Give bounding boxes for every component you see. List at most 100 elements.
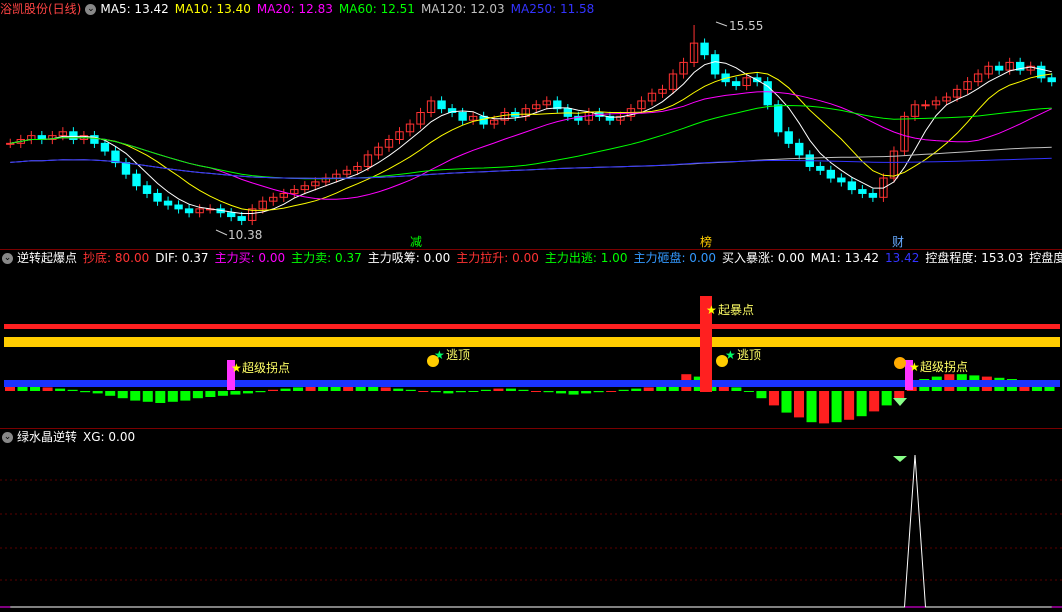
candle-body [100,142,110,152]
indicator-bar [593,391,604,393]
candle-body [784,131,793,144]
candle-body [163,200,173,206]
indicator-bar [92,391,103,394]
indicator-bar [217,391,228,396]
candle-body [868,192,878,198]
candle-body [437,100,446,110]
ma-lines [10,61,1052,214]
indicator-bar [505,388,516,391]
indicator-bar [205,391,216,397]
indicator-bar [756,391,767,399]
candle-body [921,104,930,107]
indicator-bar [794,391,805,418]
indicator-bar [606,391,617,392]
candle-body [479,115,488,125]
indicator-bar [393,388,404,391]
candle-body [6,142,15,145]
candle-body [142,185,152,194]
indicator-bar [543,391,554,393]
candle-body [731,81,741,87]
indicator-bar [55,388,66,391]
indicator-bar [556,391,567,394]
candle-body [826,169,836,179]
indicator-bar [455,391,466,393]
indicator-bar [781,391,792,413]
star-icon-2: ★ [231,361,242,375]
candle-body [1047,77,1056,83]
smiley-icon-3 [894,357,906,369]
indicator-bar [280,388,291,391]
signal-chaoji: 超级拐点 [242,360,290,375]
event-label-1: 减 [410,235,422,249]
indicator-bar [130,391,141,401]
event-label-2: 榜 [700,234,712,249]
indicator-bar [819,391,830,424]
indicator-bar [831,391,842,423]
indicator-bar [618,389,629,391]
candle-body [226,212,236,218]
indicator-bar [242,391,253,394]
star-icon-1: ★ [706,303,717,317]
indicator-bar [480,389,491,391]
indicator-bar [430,391,441,393]
candles [6,25,1056,226]
indicator-bar [293,387,304,391]
indicator-bar [67,389,78,391]
indicator-bar [42,387,53,391]
signal-qibao: 起暴点 [718,303,754,317]
signal-guaidian: 超级拐点 [920,359,968,374]
indicator-bar [493,388,504,391]
ma-line [10,61,1052,214]
chart-canvas: 15.55 10.38 减 榜 财 起暴点 超级拐点 逃顶 逃顶 超级拐点 ★ … [0,19,1062,608]
signal-taoding-2: 逃顶 [737,348,761,362]
xg-series-line [10,454,1052,608]
candle-body [132,173,141,187]
high-price-label: 15.55 [729,19,763,33]
candle-body [121,162,131,175]
indicator-bar [380,387,391,391]
diamond-icon-1 [893,398,907,406]
indicator-bar [155,391,166,403]
indicator-bar [768,391,779,406]
candle-body [458,112,467,121]
indicator-bar [631,388,642,391]
candle-body [69,131,78,140]
indicator-bar [869,391,880,412]
indicator-bar [418,391,429,392]
indicator-bar [192,391,203,399]
candle-body [847,181,857,191]
indicator-bar [468,391,479,392]
indicator-bar [80,391,91,393]
indicator-bar [142,391,153,402]
indicator-bar [405,389,416,391]
candle-body [795,142,804,156]
indicator-bar [531,391,542,392]
smiley-icon-1 [427,355,439,367]
signal-taoding-1: 逃顶 [446,348,470,362]
indicator-bar [856,391,867,417]
candle-body [994,65,1004,71]
indicator-bar [518,389,529,391]
ma-line [10,91,1052,200]
candle-body [774,104,783,133]
indicator-bar [894,391,905,399]
low-pointer [215,229,228,236]
low-price-label: 10.38 [228,228,262,242]
event-label-3: 财 [892,235,904,249]
indicator-bar [581,391,592,394]
candle-body [700,42,709,56]
candle-body [184,208,194,214]
indicator-bar [255,391,266,393]
candle-body [237,216,246,221]
signal-rail-blue [4,380,1060,387]
indicator-bar [643,387,654,391]
indicator-bar [105,391,116,396]
candle-body [858,189,867,194]
xg-line [10,454,1052,608]
indicator-bar [881,391,892,406]
signal-rail-stars [4,337,1060,347]
signal-rail-red [4,324,1060,329]
indicator-bar [167,391,178,402]
indicator-bar [844,391,855,420]
candle-body [816,165,825,171]
